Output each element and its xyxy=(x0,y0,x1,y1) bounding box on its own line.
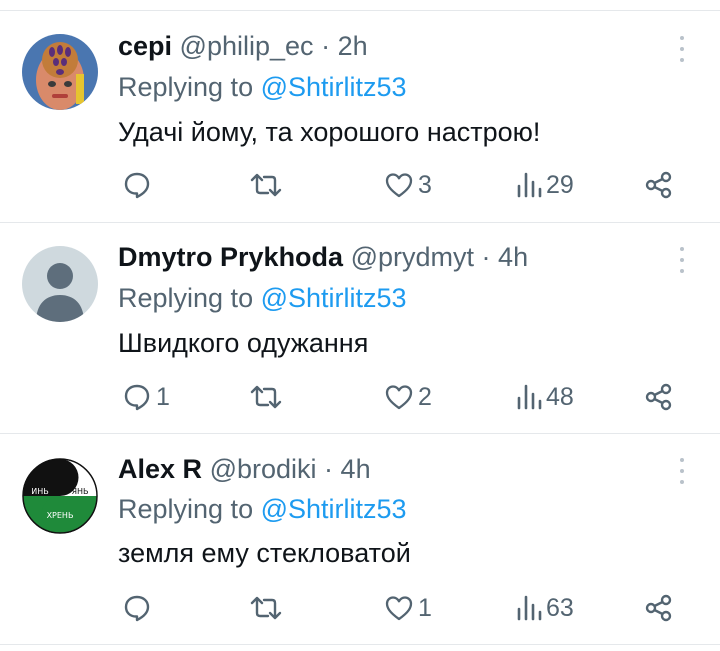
replying-to-label: Replying to xyxy=(118,283,254,313)
share-button[interactable] xyxy=(644,165,674,205)
tweet-header: Dmytro Prykhoda @prydmyt · 4h xyxy=(118,241,528,273)
tweet-text: земля ему стекловатой xyxy=(118,538,411,568)
views-count: 48 xyxy=(546,382,574,411)
tweet-header: Alex R @brodiki · 4h xyxy=(118,453,371,485)
like-button[interactable]: 2 xyxy=(384,377,432,417)
reply-icon xyxy=(124,384,150,411)
avatar-text-left: ИНЬ xyxy=(31,487,49,496)
reply-tweet[interactable]: серi @philip_ec · 2h Replying to @Shtirl… xyxy=(0,0,720,222)
timestamp[interactable]: 4h xyxy=(341,454,371,484)
reply-button[interactable] xyxy=(122,588,156,628)
repost-button[interactable] xyxy=(248,377,288,417)
like-count: 1 xyxy=(418,593,432,622)
repost-icon xyxy=(250,596,282,620)
avatar-text-right: ЯНЬ xyxy=(71,487,88,496)
reply-button[interactable] xyxy=(122,165,156,205)
replying-to-line: Replying to @Shtirlitz53 xyxy=(118,71,407,103)
repost-icon xyxy=(250,385,282,409)
avatar[interactable] xyxy=(22,34,98,110)
avatar[interactable]: ИНЬ ЯНЬ ХРЕНЬ xyxy=(22,458,98,534)
heart-icon xyxy=(385,173,413,198)
views-count: 29 xyxy=(546,170,574,199)
reply-button[interactable]: 1 xyxy=(122,377,170,417)
views-button[interactable]: 48 xyxy=(516,377,574,417)
tweet-header: серi @philip_ec · 2h xyxy=(118,30,368,62)
tweet-text: Удачі йому, та хорошого настрою! xyxy=(118,117,541,147)
timestamp[interactable]: 4h xyxy=(498,242,528,272)
replying-to-label: Replying to xyxy=(118,494,254,524)
views-icon xyxy=(517,595,542,621)
repost-button[interactable] xyxy=(248,588,288,628)
reply-tweet[interactable]: ИНЬ ЯНЬ ХРЕНЬ Alex R @brodiki · 4h Reply… xyxy=(0,434,720,644)
views-icon xyxy=(517,172,542,198)
replying-to-line: Replying to @Shtirlitz53 xyxy=(118,493,407,525)
action-bar: 3 29 xyxy=(0,165,720,205)
more-options-icon[interactable] xyxy=(670,32,694,66)
repost-icon xyxy=(250,173,282,197)
share-icon xyxy=(645,383,672,411)
separator-dot: · xyxy=(324,454,334,484)
reply-icon xyxy=(124,172,150,199)
like-count: 3 xyxy=(418,170,432,199)
mention-link[interactable]: @Shtirlitz53 xyxy=(261,494,407,524)
display-name[interactable]: серi xyxy=(118,31,172,61)
tweet-text: Швидкого одужання xyxy=(118,328,369,358)
display-name[interactable]: Alex R xyxy=(118,454,202,484)
share-icon xyxy=(645,171,672,199)
like-button[interactable]: 3 xyxy=(384,165,432,205)
repost-button[interactable] xyxy=(248,165,288,205)
views-count: 63 xyxy=(546,593,574,622)
user-handle[interactable]: @brodiki xyxy=(210,454,317,484)
more-options-icon[interactable] xyxy=(670,243,694,277)
timestamp[interactable]: 2h xyxy=(338,31,368,61)
share-button[interactable] xyxy=(644,588,674,628)
share-icon xyxy=(645,594,672,622)
heart-icon xyxy=(385,596,413,621)
avatar[interactable] xyxy=(22,246,98,322)
reply-count: 1 xyxy=(156,382,170,411)
replying-to-line: Replying to @Shtirlitz53 xyxy=(118,282,407,314)
mention-link[interactable]: @Shtirlitz53 xyxy=(261,72,407,102)
separator xyxy=(0,644,720,645)
action-bar: 1 2 48 xyxy=(0,377,720,417)
user-handle[interactable]: @prydmyt xyxy=(351,242,474,272)
like-count: 2 xyxy=(418,382,432,411)
share-button[interactable] xyxy=(644,377,674,417)
views-button[interactable]: 29 xyxy=(516,165,574,205)
mention-link[interactable]: @Shtirlitz53 xyxy=(261,283,407,313)
action-bar: 1 63 xyxy=(0,588,720,628)
reply-tweet[interactable]: Dmytro Prykhoda @prydmyt · 4h Replying t… xyxy=(0,223,720,433)
more-options-icon[interactable] xyxy=(670,454,694,488)
heart-icon xyxy=(385,385,413,410)
avatar-text-bottom: ХРЕНЬ xyxy=(47,511,74,520)
like-button[interactable]: 1 xyxy=(384,588,432,628)
display-name[interactable]: Dmytro Prykhoda xyxy=(118,242,343,272)
separator-dot: · xyxy=(481,242,491,272)
separator-dot: · xyxy=(321,31,331,61)
views-button[interactable]: 63 xyxy=(516,588,574,628)
replying-to-label: Replying to xyxy=(118,72,254,102)
views-icon xyxy=(517,384,542,410)
reply-icon xyxy=(124,595,150,622)
user-handle[interactable]: @philip_ec xyxy=(180,31,314,61)
